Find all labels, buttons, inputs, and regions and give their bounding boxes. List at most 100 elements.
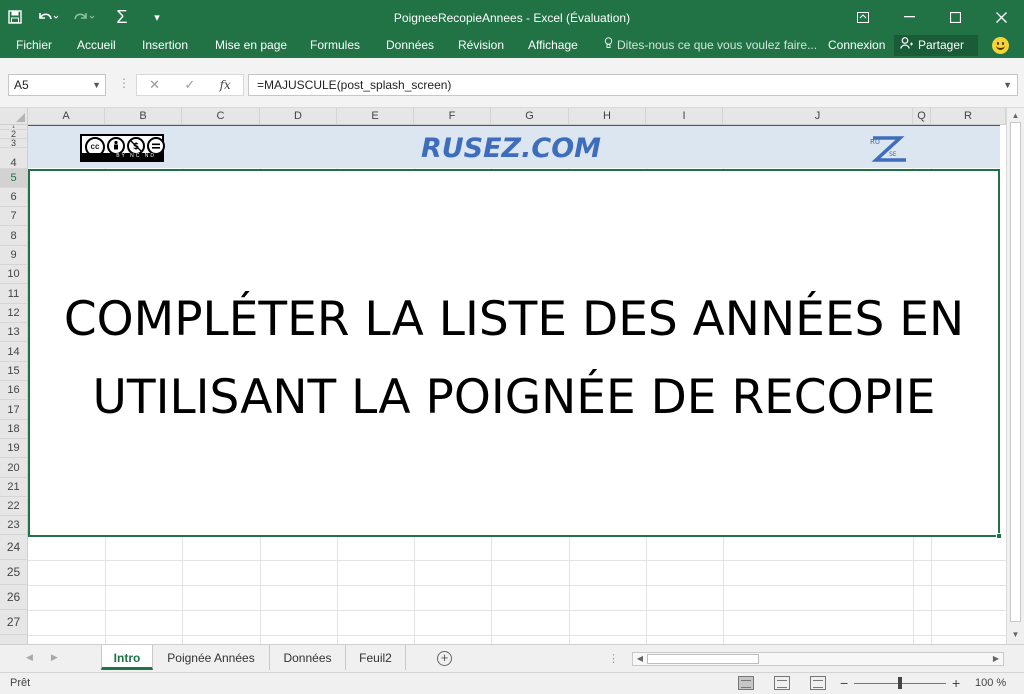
column-header[interactable]: A (28, 108, 105, 125)
row-header[interactable]: 7 (0, 207, 27, 226)
chevron-down-icon[interactable]: ▼ (92, 75, 101, 95)
horizontal-scrollbar[interactable]: ◀ ▶ (632, 652, 1004, 666)
tab-fichier[interactable]: Fichier (16, 34, 52, 58)
row-header[interactable]: 11 (0, 284, 27, 304)
status-bar: Prêt − + 100 % (0, 672, 1024, 694)
row-header[interactable]: 17 (0, 400, 27, 420)
tab-revision[interactable]: Révision (458, 34, 504, 58)
share-button[interactable]: Partager (894, 35, 978, 56)
column-header[interactable]: C (182, 108, 260, 125)
sheet-tab-donnees[interactable]: Données (270, 645, 346, 670)
row-header[interactable]: 22 (0, 497, 27, 516)
row-header[interactable]: 23 (0, 516, 27, 535)
row-header[interactable]: 27 (0, 610, 27, 635)
maximize-button[interactable] (932, 0, 978, 34)
select-all-button[interactable] (0, 108, 28, 125)
row-header[interactable]: 15 (0, 362, 27, 381)
row-header[interactable]: 12 (0, 304, 27, 323)
close-button[interactable] (978, 0, 1024, 34)
redo-button[interactable] (66, 0, 102, 34)
column-header[interactable]: D (260, 108, 337, 125)
scroll-left-arrow-icon[interactable]: ◀ (634, 653, 646, 665)
feedback-smiley-icon[interactable] (992, 37, 1009, 54)
tab-donnees[interactable]: Données (386, 34, 434, 58)
column-header[interactable]: G (491, 108, 569, 125)
row-header[interactable]: 8 (0, 226, 27, 246)
save-icon (8, 10, 22, 24)
column-header[interactable]: H (569, 108, 646, 125)
row-header[interactable]: 16 (0, 381, 27, 400)
undo-button[interactable] (30, 0, 66, 34)
minimize-button[interactable] (886, 0, 932, 34)
zoom-level[interactable]: 100 % (975, 677, 1006, 689)
name-box[interactable]: A5 ▼ (8, 74, 106, 96)
ribbon-display-options-button[interactable] (840, 0, 886, 34)
column-header[interactable]: I (646, 108, 723, 125)
autosum-button[interactable]: Σ (102, 0, 142, 34)
row-header[interactable]: 5 (0, 169, 27, 188)
normal-view-icon[interactable] (738, 676, 754, 690)
scroll-up-arrow-icon[interactable]: ▲ (1010, 110, 1021, 121)
row-header[interactable]: 3 (0, 139, 27, 148)
zoom-slider-thumb[interactable] (898, 677, 902, 689)
page-break-preview-icon[interactable] (810, 676, 826, 690)
tab-splitter-icon[interactable]: ⋮ (608, 652, 619, 665)
row-header[interactable]: 25 (0, 560, 27, 585)
tab-accueil[interactable]: Accueil (77, 34, 116, 58)
vertical-scrollbar[interactable]: ▲ ▼ (1006, 108, 1024, 644)
save-button[interactable] (0, 0, 30, 34)
scroll-right-arrow-icon[interactable]: ▶ (990, 653, 1002, 665)
column-header[interactable]: J (723, 108, 913, 125)
column-header[interactable]: E (337, 108, 414, 125)
column-header[interactable]: Q (913, 108, 931, 125)
sheet-nav-arrows-icon[interactable]: ◀▶ (26, 652, 76, 663)
tab-mise-en-page[interactable]: Mise en page (215, 34, 287, 58)
sheet-tab-feuil2[interactable]: Feuil2 (346, 645, 406, 670)
name-box-value: A5 (14, 78, 29, 92)
row-header[interactable]: 20 (0, 458, 27, 478)
add-sheet-button[interactable]: + (437, 651, 452, 666)
column-header[interactable]: B (105, 108, 182, 125)
column-headers: A B C D E F G H I J Q R (28, 108, 1006, 125)
column-header[interactable]: R (931, 108, 1006, 125)
row-header[interactable]: 2 (0, 130, 27, 139)
instruction-text: COMPLÉTER LA LISTE DES ANNÉES EN UTILISA… (30, 281, 998, 437)
instruction-merged-cell[interactable]: COMPLÉTER LA LISTE DES ANNÉES EN UTILISA… (28, 169, 1002, 539)
sheet-tab-intro[interactable]: Intro (101, 645, 153, 670)
vertical-scroll-thumb[interactable] (1010, 122, 1021, 622)
row-header[interactable]: 19 (0, 439, 27, 458)
row-header[interactable]: 21 (0, 478, 27, 497)
spreadsheet-grid[interactable]: A B C D E F G H I J Q R 1 2 3 4 5 6 7 8 … (0, 108, 1024, 644)
enter-icon[interactable]: ✓ (184, 77, 195, 93)
maximize-icon (949, 11, 961, 23)
row-header[interactable]: 9 (0, 246, 27, 265)
tab-insertion[interactable]: Insertion (142, 34, 188, 58)
row-header[interactable]: 4 (0, 148, 27, 169)
formula-input[interactable]: =MAJUSCULE(post_splash_screen) ▼ (248, 74, 1018, 96)
column-header[interactable]: F (414, 108, 491, 125)
fill-handle[interactable] (996, 533, 1002, 539)
row-header[interactable]: 13 (0, 323, 27, 342)
page-layout-view-icon[interactable] (774, 676, 790, 690)
tab-affichage[interactable]: Affichage (528, 34, 578, 58)
redo-icon (74, 13, 95, 20)
customize-qat-button[interactable]: ▾ (142, 0, 172, 34)
tell-me-search[interactable]: Dites-nous ce que vous voulez faire... (604, 34, 817, 58)
row-header[interactable]: 10 (0, 265, 27, 284)
sign-in-link[interactable]: Connexion (828, 34, 885, 58)
row-header[interactable]: 26 (0, 585, 27, 610)
cancel-icon[interactable]: ✕ (149, 77, 160, 93)
formula-bar-grip-icon[interactable]: ⋮ (118, 76, 130, 90)
row-header[interactable]: 14 (0, 342, 27, 362)
insert-function-icon[interactable]: fx (220, 78, 231, 92)
scroll-down-arrow-icon[interactable]: ▼ (1010, 629, 1021, 640)
horizontal-scroll-thumb[interactable] (647, 654, 759, 664)
row-header[interactable]: 24 (0, 535, 27, 560)
row-header[interactable]: 6 (0, 188, 27, 207)
tab-formules[interactable]: Formules (310, 34, 360, 58)
zoom-in-button[interactable]: + (952, 675, 960, 691)
sheet-tab-poignee-annees[interactable]: Poignée Années (153, 645, 270, 670)
zoom-out-button[interactable]: − (840, 675, 848, 691)
row-header[interactable]: 18 (0, 420, 27, 439)
expand-formula-chevron-icon[interactable]: ▼ (1003, 75, 1012, 95)
